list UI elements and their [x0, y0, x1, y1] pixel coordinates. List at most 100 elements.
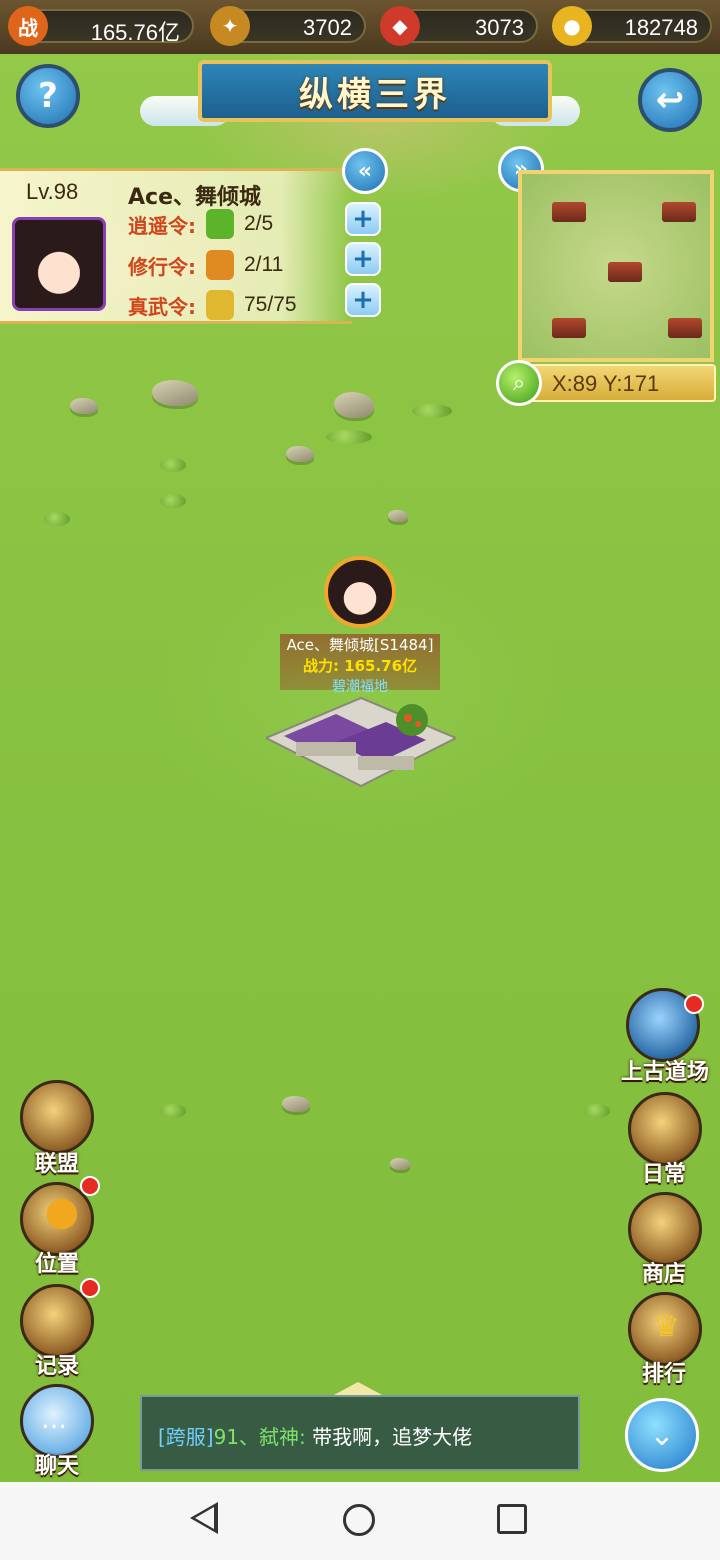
ranking-button[interactable]: ♛	[628, 1292, 702, 1366]
daily-label: 日常	[641, 1162, 686, 1187]
title-banner: 纵横三界	[198, 60, 552, 122]
alliance-button[interactable]	[20, 1080, 94, 1154]
collapse-panel-button[interactable]: «	[342, 148, 388, 194]
chat-sender: 91、弑神:	[213, 1425, 306, 1449]
system-nav-bar	[0, 1482, 720, 1560]
alliance-label: 联盟	[34, 1152, 79, 1177]
trophy-icon: ♛	[653, 1309, 680, 1344]
map-rock	[282, 1096, 310, 1112]
red-gem-icon: ◆	[380, 6, 420, 46]
minimap[interactable]	[518, 170, 714, 362]
city-name: Ace、舞倾城[S1484]	[286, 636, 434, 654]
token-label: 真武令:	[128, 294, 196, 319]
map-bush	[584, 1104, 610, 1118]
token-row-zhenwu: 真武令: 75/75	[128, 288, 297, 322]
plus-icon: +	[352, 285, 374, 315]
coordinate-bar[interactable]: X:89 Y:171	[530, 364, 716, 402]
notification-dot	[80, 1278, 100, 1298]
notification-dot	[80, 1176, 100, 1196]
zhenwu-token-icon	[206, 290, 234, 320]
map-bush	[160, 494, 186, 508]
map-pin-icon: ⬤	[45, 1195, 79, 1230]
collapse-menu-button[interactable]: ⌄	[625, 1398, 699, 1472]
ancient-dojo-label: 上古道场	[620, 1060, 709, 1085]
chat-message: [跨服]91、弑神: 带我啊，追梦大佬	[158, 1421, 472, 1450]
minimap-city-icon	[662, 202, 696, 222]
map-bush	[412, 404, 452, 418]
record-label: 记录	[34, 1354, 79, 1379]
token-label: 修行令:	[128, 254, 196, 279]
xiaoyao-token-icon	[206, 209, 234, 239]
add-zhenwu-button[interactable]: +	[345, 283, 381, 317]
magnifier-icon: ⌕	[512, 370, 526, 396]
player-avatar[interactable]	[12, 217, 106, 311]
nav-back-icon-inner	[195, 1507, 214, 1529]
chat-panel[interactable]: [跨服]91、弑神: 带我啊，追梦大佬	[140, 1395, 580, 1471]
chat-content: 带我啊，追梦大佬	[305, 1425, 473, 1449]
coordinate-text: X:89 Y:171	[552, 371, 660, 396]
coordinate-search-button[interactable]: ⌕	[496, 360, 542, 406]
minimap-city-icon	[668, 318, 702, 338]
gold-ingot-value: 182748	[624, 15, 698, 40]
player-info-panel: Lv.98 Ace、舞倾城 逍遥令: 2/5 修行令: 2/11 真武令: 75…	[0, 168, 352, 324]
shop-label: 商店	[641, 1262, 686, 1287]
plus-icon: +	[352, 204, 374, 234]
player-city[interactable]	[266, 690, 456, 790]
chat-button[interactable]: …	[20, 1384, 94, 1458]
gold-ingot-icon: ●	[552, 6, 592, 46]
plus-icon: +	[352, 244, 374, 274]
daily-button[interactable]	[628, 1092, 702, 1166]
resource-red-gem: ◆ 3073	[380, 6, 538, 46]
help-button[interactable]: ?	[16, 64, 80, 128]
jade-token-value: 3702	[303, 15, 352, 40]
chat-channel: [跨服]	[158, 1425, 214, 1449]
nav-home-icon[interactable]	[343, 1504, 375, 1536]
red-gem-value: 3073	[475, 15, 524, 40]
chat-expand-tab[interactable]	[332, 1382, 384, 1396]
map-bush	[160, 1104, 186, 1118]
add-xiuxing-button[interactable]: +	[345, 242, 381, 276]
add-xiaoyao-button[interactable]: +	[345, 202, 381, 236]
token-row-xiuxing: 修行令: 2/11	[128, 248, 283, 282]
map-rock	[286, 446, 314, 462]
resource-bar: 战 165.76亿 ✦ 3702 ◆ 3073 ● 182748	[0, 0, 720, 54]
back-arrow-icon: ↩	[655, 80, 685, 120]
double-chevron-down-icon: ⌄	[649, 1417, 675, 1453]
player-level: Lv.98	[26, 179, 79, 204]
location-label: 位置	[34, 1252, 79, 1277]
jade-token-icon: ✦	[210, 6, 250, 46]
token-value: 2/11	[244, 253, 284, 276]
map-bush	[44, 512, 70, 526]
map-rock	[152, 380, 198, 406]
token-label: 逍遥令:	[128, 213, 196, 238]
resource-battle-power: 战 165.76亿	[8, 6, 194, 46]
city-owner-avatar[interactable]	[324, 556, 396, 628]
shop-button[interactable]	[628, 1192, 702, 1266]
nav-recent-apps-icon[interactable]	[497, 1504, 527, 1534]
city-info-label: Ace、舞倾城[S1484] 战力: 165.76亿 碧潮福地	[280, 634, 440, 695]
minimap-city-icon	[552, 202, 586, 222]
map-rock	[70, 398, 98, 414]
map-bush	[160, 458, 186, 472]
resource-jade-token: ✦ 3702	[210, 6, 366, 46]
map-rock	[334, 392, 374, 418]
notification-dot	[684, 994, 704, 1014]
map-rock	[390, 1158, 410, 1170]
city-power: 战力: 165.76亿	[302, 657, 418, 675]
map-rock	[388, 510, 408, 522]
question-mark-icon: ?	[38, 76, 58, 116]
ranking-label: 排行	[641, 1362, 686, 1387]
chat-label: 聊天	[34, 1454, 79, 1479]
token-value: 75/75	[244, 293, 297, 316]
speech-bubble-icon: …	[41, 1405, 67, 1435]
map-bush	[326, 430, 372, 444]
page-title: 纵横三界	[299, 74, 451, 115]
resource-gold-ingot: ● 182748	[552, 6, 712, 46]
token-row-xiaoyao: 逍遥令: 2/5	[128, 207, 273, 241]
battle-power-value: 165.76亿	[90, 20, 180, 45]
double-chevron-left-icon: «	[357, 158, 373, 184]
token-value: 2/5	[244, 212, 274, 235]
back-button[interactable]: ↩	[638, 68, 702, 132]
minimap-city-icon	[552, 318, 586, 338]
minimap-city-icon	[608, 262, 642, 282]
